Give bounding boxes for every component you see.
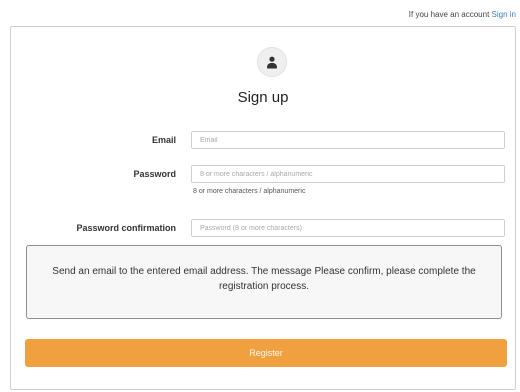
signup-card: Sign up Email Password 8 or more charact… (10, 26, 516, 390)
email-field[interactable] (191, 131, 505, 149)
notice-text: Send an email to the entered email addre… (52, 266, 476, 292)
user-avatar-icon (257, 47, 287, 77)
password-confirmation-field[interactable] (191, 219, 505, 237)
password-label: Password (133, 169, 176, 179)
account-signin-prompt: If you have an account Sign in (409, 10, 516, 19)
email-label: Email (151, 135, 176, 145)
password-help-text: 8 or more characters / alphanumeric (193, 188, 306, 195)
register-button[interactable]: Register (25, 339, 507, 367)
page-title: Sign up (237, 89, 289, 106)
password-confirmation-label: Password confirmation (76, 223, 176, 233)
account-prompt-text: If you have an account (408, 10, 490, 19)
email-confirmation-notice: Send an email to the entered email addre… (26, 245, 502, 319)
signin-link[interactable]: Sign in (492, 10, 516, 19)
password-field[interactable] (191, 165, 505, 183)
